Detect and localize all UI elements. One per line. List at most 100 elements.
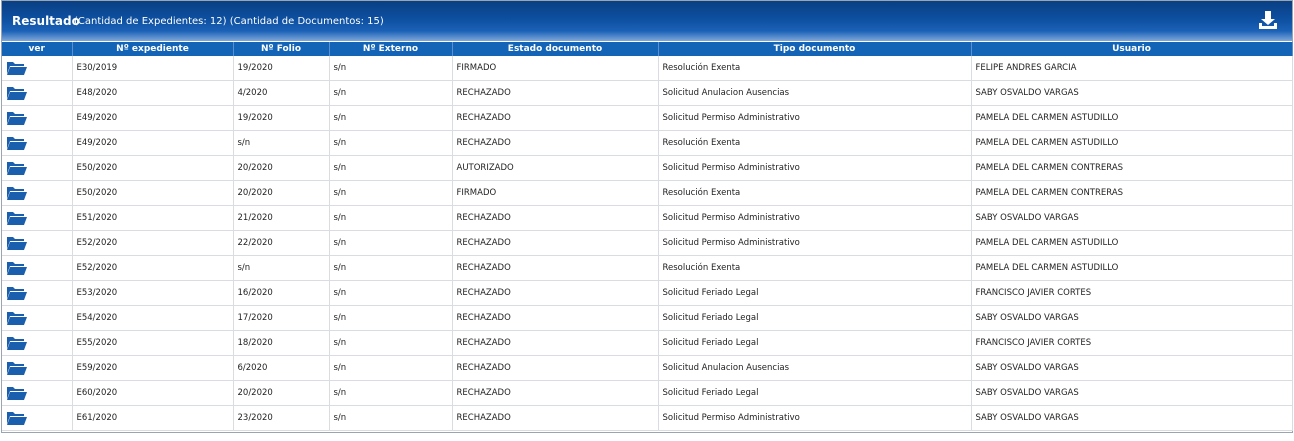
table-cell: FIRMADO (452, 56, 659, 81)
table-cell: RECHAZADO (452, 330, 659, 356)
table-cell: E48/2020 (72, 80, 234, 106)
table-row: E52/2020 s/n s/n RECHAZADO Resolución Exenta… (2, 255, 1293, 281)
table-cell: s/n (233, 130, 330, 156)
column-header: ver (2, 42, 73, 56)
table-cell: E49/2020 (72, 130, 234, 156)
table-cell: Solicitud Permiso Administrativo (658, 205, 972, 231)
table-cell: s/n (329, 280, 453, 306)
table-cell: Resolución Exenta (658, 56, 972, 81)
folder-open-icon[interactable] (6, 210, 28, 226)
table-row: E59/2020 6/2020 s/n RECHAZADO Solicitud Anul… (2, 355, 1293, 381)
table-cell: RECHAZADO (452, 355, 659, 381)
table-cell: Resolución Exenta (658, 180, 972, 206)
table-cell: s/n (329, 405, 453, 431)
folder-open-icon[interactable] (6, 110, 28, 126)
folder-open-icon[interactable] (6, 335, 28, 351)
table-cell: s/n (329, 355, 453, 381)
table-cell: 6/2020 (233, 355, 330, 381)
table-cell: RECHAZADO (452, 80, 659, 106)
folder-open-icon[interactable] (6, 60, 28, 76)
table-cell: Solicitud Anulacion Ausencias (658, 355, 972, 381)
table-cell: s/n (329, 380, 453, 406)
table-cell: FRANCISCO JAVIER CORTES (971, 280, 1293, 306)
view-cell (2, 305, 73, 331)
table-cell: RECHAZADO (452, 130, 659, 156)
table-header-row: ver Nº expediente Nº Folio Nº Externo Estado… (2, 42, 1293, 56)
table-cell: FRANCISCO JAVIER CORTES (971, 330, 1293, 356)
table-cell: 20/2020 (233, 155, 330, 181)
table-cell: 20/2020 (233, 380, 330, 406)
table-cell: AUTORIZADO (452, 155, 659, 181)
table-cell: E30/2019 (72, 56, 234, 81)
table-cell: RECHAZADO (452, 280, 659, 306)
column-header: Nº expediente (72, 42, 234, 56)
table-cell: s/n (329, 155, 453, 181)
table-cell: RECHAZADO (452, 205, 659, 231)
table-cell: 19/2020 (233, 105, 330, 131)
table-cell: E53/2020 (72, 280, 234, 306)
table-cell: 16/2020 (233, 280, 330, 306)
table-cell: s/n (233, 255, 330, 281)
table-row: E50/2020 20/2020 s/n FIRMADO Resolución Exen… (2, 180, 1293, 206)
table-cell: s/n (329, 56, 453, 81)
view-cell (2, 255, 73, 281)
view-cell (2, 105, 73, 131)
folder-open-icon[interactable] (6, 285, 28, 301)
view-cell (2, 380, 73, 406)
table-cell: Solicitud Permiso Administrativo (658, 155, 972, 181)
table-cell: Solicitud Feriado Legal (658, 305, 972, 331)
table-cell: 19/2020 (233, 56, 330, 81)
table-cell: SABY OSVALDO VARGAS (971, 80, 1293, 106)
table-cell: s/n (329, 255, 453, 281)
table-cell: PAMELA DEL CARMEN CONTRERAS (971, 180, 1293, 206)
table-cell: SABY OSVALDO VARGAS (971, 380, 1293, 406)
table-cell: Solicitud Feriado Legal (658, 280, 972, 306)
folder-open-icon[interactable] (6, 235, 28, 251)
view-cell (2, 180, 73, 206)
folder-open-icon[interactable] (6, 410, 28, 426)
folder-open-icon[interactable] (6, 385, 28, 401)
table-row: E53/2020 16/2020 s/n RECHAZADO Solicitud Fer… (2, 280, 1293, 306)
column-header: Nº Folio (233, 42, 330, 56)
folder-open-icon[interactable] (6, 360, 28, 376)
table-cell: s/n (329, 130, 453, 156)
table-cell: s/n (329, 330, 453, 356)
table-cell: E59/2020 (72, 355, 234, 381)
folder-open-icon[interactable] (6, 160, 28, 176)
table-cell: RECHAZADO (452, 405, 659, 431)
folder-open-icon[interactable] (6, 85, 28, 101)
table-cell: Resolución Exenta (658, 255, 972, 281)
table-cell: SABY OSVALDO VARGAS (971, 205, 1293, 231)
view-cell (2, 56, 73, 81)
download-icon[interactable] (1258, 10, 1278, 30)
view-cell (2, 230, 73, 256)
folder-open-icon[interactable] (6, 135, 28, 151)
view-cell (2, 205, 73, 231)
table-row: E60/2020 20/2020 s/n RECHAZADO Solicitud Fer… (2, 380, 1293, 406)
table-cell: s/n (329, 180, 453, 206)
result-header: Resultado (Cantidad de Expedientes: 12) … (2, 1, 1292, 41)
folder-open-icon[interactable] (6, 310, 28, 326)
table-cell: E49/2020 (72, 105, 234, 131)
table-cell: Solicitud Feriado Legal (658, 330, 972, 356)
table-cell: E54/2020 (72, 305, 234, 331)
table-cell: E51/2020 (72, 205, 234, 231)
folder-open-icon[interactable] (6, 260, 28, 276)
table-row: E54/2020 17/2020 s/n RECHAZADO Solicitud Fer… (2, 305, 1293, 331)
table-cell: E52/2020 (72, 255, 234, 281)
column-header: Nº Externo (329, 42, 453, 56)
view-cell (2, 130, 73, 156)
table-cell: 22/2020 (233, 230, 330, 256)
result-counts: (Cantidad de Expedientes: 12) (Cantidad … (74, 16, 384, 27)
table-cell: E50/2020 (72, 180, 234, 206)
table-cell: 17/2020 (233, 305, 330, 331)
table-cell: PAMELA DEL CARMEN ASTUDILLO (971, 105, 1293, 131)
table-cell: PAMELA DEL CARMEN ASTUDILLO (971, 255, 1293, 281)
table-row: E48/2020 4/2020 s/n RECHAZADO Solicitud Anul… (2, 80, 1293, 106)
folder-open-icon[interactable] (6, 185, 28, 201)
table-cell: RECHAZADO (452, 230, 659, 256)
table-row: E51/2020 21/2020 s/n RECHAZADO Solicitud Per… (2, 205, 1293, 231)
view-cell (2, 280, 73, 306)
table-cell: Solicitud Permiso Administrativo (658, 105, 972, 131)
table-cell: Resolución Exenta (658, 130, 972, 156)
